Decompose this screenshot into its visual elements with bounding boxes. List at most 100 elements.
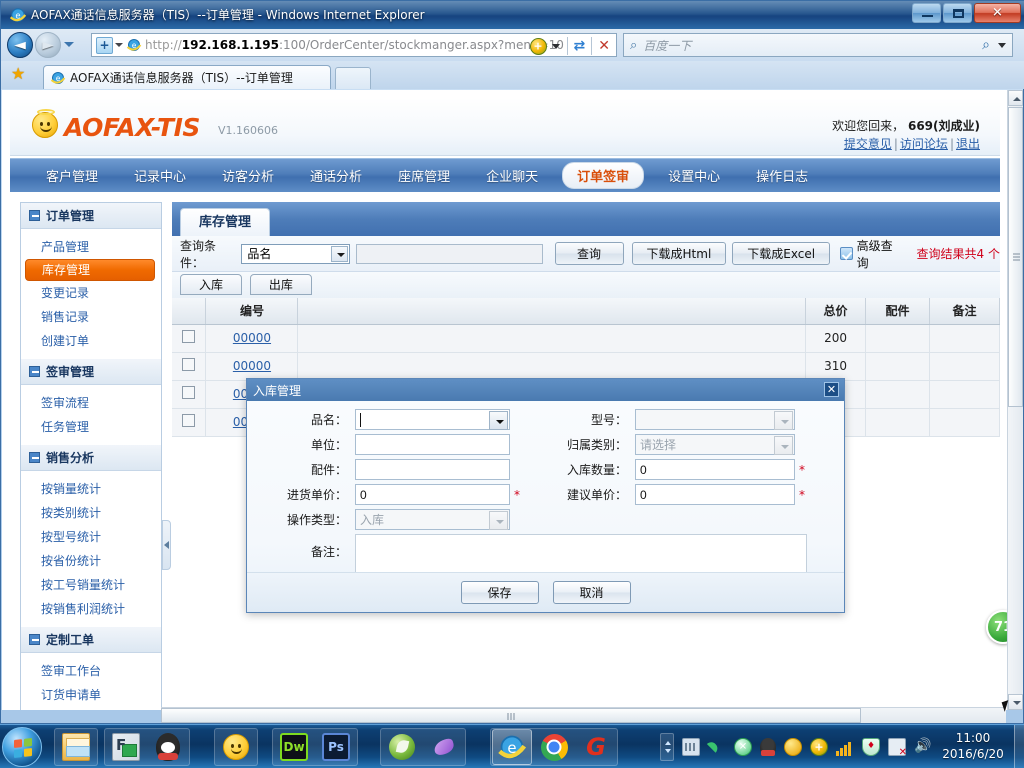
sidebar-item-by-sales-volume[interactable]: 按销量统计 <box>21 477 161 501</box>
chevron-down-icon[interactable] <box>489 411 508 430</box>
sidebar-item-product-management[interactable]: 产品管理 <box>21 235 161 259</box>
save-button[interactable]: 保存 <box>461 581 539 604</box>
in-quantity-input[interactable] <box>635 459 795 480</box>
sogou-tray-icon[interactable] <box>810 738 828 756</box>
nav-item-customer[interactable]: 客户管理 <box>28 166 116 185</box>
nav-item-order-approval[interactable]: 订单签审 <box>562 162 644 189</box>
chevron-down-icon[interactable] <box>331 246 348 262</box>
logout-link[interactable]: 退出 <box>956 137 980 151</box>
nav-item-enterprise-chat[interactable]: 企业聊天 <box>468 166 556 185</box>
start-button[interactable] <box>2 727 42 767</box>
chevron-down-icon[interactable] <box>774 436 793 455</box>
sidebar-item-by-category[interactable]: 按类别统计 <box>21 501 161 525</box>
sidebar-item-sales-records[interactable]: 销售记录 <box>21 305 161 329</box>
taskbar-button-aofax[interactable] <box>216 729 256 765</box>
suggest-price-input[interactable] <box>635 484 795 505</box>
sidebar-item-change-records[interactable]: 变更记录 <box>21 281 161 305</box>
browser-tab-active[interactable]: e AOFAX通话信息服务器（TIS）--订单管理 <box>43 65 331 89</box>
nav-item-call-analysis[interactable]: 通话分析 <box>292 166 380 185</box>
keyboard-ime-icon[interactable] <box>682 738 700 756</box>
operation-type-select[interactable]: 入库 <box>355 509 510 530</box>
model-input[interactable] <box>635 409 795 430</box>
close-icon[interactable]: ✕ <box>824 382 839 397</box>
wifi-icon[interactable] <box>708 738 726 756</box>
stop-icon[interactable]: ✕ <box>594 38 614 54</box>
horizontal-scroll-thumb[interactable] <box>161 708 861 723</box>
back-button[interactable]: ◄ <box>7 32 33 58</box>
search-go-icon[interactable]: ⌕ <box>982 37 990 53</box>
row-code-cell[interactable]: 00000 <box>206 324 298 352</box>
stock-out-button[interactable]: 出库 <box>250 274 312 295</box>
taskbar-button-dreamweaver[interactable] <box>274 729 314 765</box>
chevron-down-icon[interactable] <box>552 44 560 49</box>
row-checkbox[interactable] <box>182 386 195 399</box>
sidebar-group-order-management[interactable]: 订单管理 <box>21 203 161 229</box>
cancel-button[interactable]: 取消 <box>553 581 631 604</box>
download-excel-button[interactable]: 下载成Excel <box>732 242 830 265</box>
maximize-button[interactable] <box>943 3 972 23</box>
row-checkbox-cell[interactable] <box>172 380 206 408</box>
filter-keyword-input[interactable] <box>356 244 543 264</box>
new-tab-button[interactable] <box>335 67 371 89</box>
sidebar-item-task-management[interactable]: 任务管理 <box>21 415 161 439</box>
taskbar-button-gomplayer[interactable] <box>576 729 616 765</box>
page-horizontal-scrollbar[interactable] <box>161 707 1006 723</box>
forum-link[interactable]: 访问论坛 <box>900 137 948 151</box>
taskbar-button-photoshop[interactable] <box>316 729 356 765</box>
star-icon[interactable]: ★ <box>11 66 25 82</box>
unit-input[interactable] <box>355 434 510 455</box>
nav-item-visitor-analysis[interactable]: 访客分析 <box>204 166 292 185</box>
row-code-link[interactable]: 00000 <box>233 359 271 373</box>
close-button[interactable]: ✕ <box>974 3 1021 23</box>
page-vertical-scrollbar[interactable] <box>1007 90 1023 710</box>
security-shield-icon[interactable] <box>734 738 752 756</box>
show-desktop-button[interactable] <box>1014 725 1024 768</box>
feedback-link[interactable]: 提交意见 <box>844 137 892 151</box>
minus-icon[interactable] <box>29 634 40 645</box>
download-html-button[interactable]: 下载成Html <box>632 242 727 265</box>
qq-tray-icon[interactable] <box>760 738 776 756</box>
scroll-up-button[interactable] <box>1008 90 1023 106</box>
taskbar-button-navicat[interactable] <box>424 729 464 765</box>
pc-guard-icon[interactable] <box>862 738 880 756</box>
tray-expand-button[interactable] <box>660 733 674 761</box>
minus-icon[interactable] <box>29 452 40 463</box>
row-code-cell[interactable]: 00000 <box>206 352 298 380</box>
sidebar-group-approval-management[interactable]: 签审管理 <box>21 359 161 385</box>
sidebar-collapse-handle[interactable] <box>162 520 171 570</box>
address-bar[interactable]: e http://192.168.1.195:100/OrderCenter/s… <box>91 33 617 57</box>
chevron-down-icon[interactable] <box>774 411 793 430</box>
sogou-accelerator-icon[interactable] <box>530 38 547 55</box>
sidebar-item-approval-flow[interactable]: 签审流程 <box>21 391 161 415</box>
minimize-button[interactable] <box>912 3 941 23</box>
forward-button[interactable]: ► <box>35 32 61 58</box>
table-row[interactable]: 00000 310 <box>172 352 1000 380</box>
search-box[interactable]: ⌕ 百度一下 ⌕ <box>623 33 1013 57</box>
nav-item-operation-log[interactable]: 操作日志 <box>738 166 826 185</box>
tab-stock-management[interactable]: 库存管理 <box>180 208 270 236</box>
volume-icon[interactable] <box>914 738 932 756</box>
table-row[interactable]: 00000 200 <box>172 324 1000 352</box>
sidebar-item-by-employee-sales[interactable]: 按工号销量统计 <box>21 573 161 597</box>
accessory-input[interactable] <box>355 459 510 480</box>
sidebar-group-custom-worksheet[interactable]: 定制工单 <box>21 627 161 653</box>
sidebar-group-sales-analysis[interactable]: 销售分析 <box>21 445 161 471</box>
sidebar-item-approval-workbench[interactable]: 签审工作台 <box>21 659 161 683</box>
product-name-input[interactable] <box>355 409 510 430</box>
purchase-price-input[interactable] <box>355 484 510 505</box>
vertical-scroll-thumb[interactable] <box>1008 107 1023 407</box>
sidebar-item-by-model[interactable]: 按型号统计 <box>21 525 161 549</box>
sidebar-item-by-province[interactable]: 按省份统计 <box>21 549 161 573</box>
network-disconnected-icon[interactable] <box>888 738 906 756</box>
row-checkbox-cell[interactable] <box>172 324 206 352</box>
sidebar-item-create-order[interactable]: 创建订单 <box>21 329 161 353</box>
taskbar-button-qq[interactable] <box>148 729 188 765</box>
history-dropdown-icon[interactable] <box>64 42 74 47</box>
chevron-down-icon[interactable] <box>998 43 1006 48</box>
row-checkbox[interactable] <box>182 330 195 343</box>
row-checkbox[interactable] <box>182 358 195 371</box>
taskbar-button-youdao-note[interactable] <box>382 729 422 765</box>
sidebar-item-stock-management[interactable]: 库存管理 <box>25 259 155 281</box>
stock-in-button[interactable]: 入库 <box>180 274 242 295</box>
search-button[interactable]: 查询 <box>555 242 624 265</box>
